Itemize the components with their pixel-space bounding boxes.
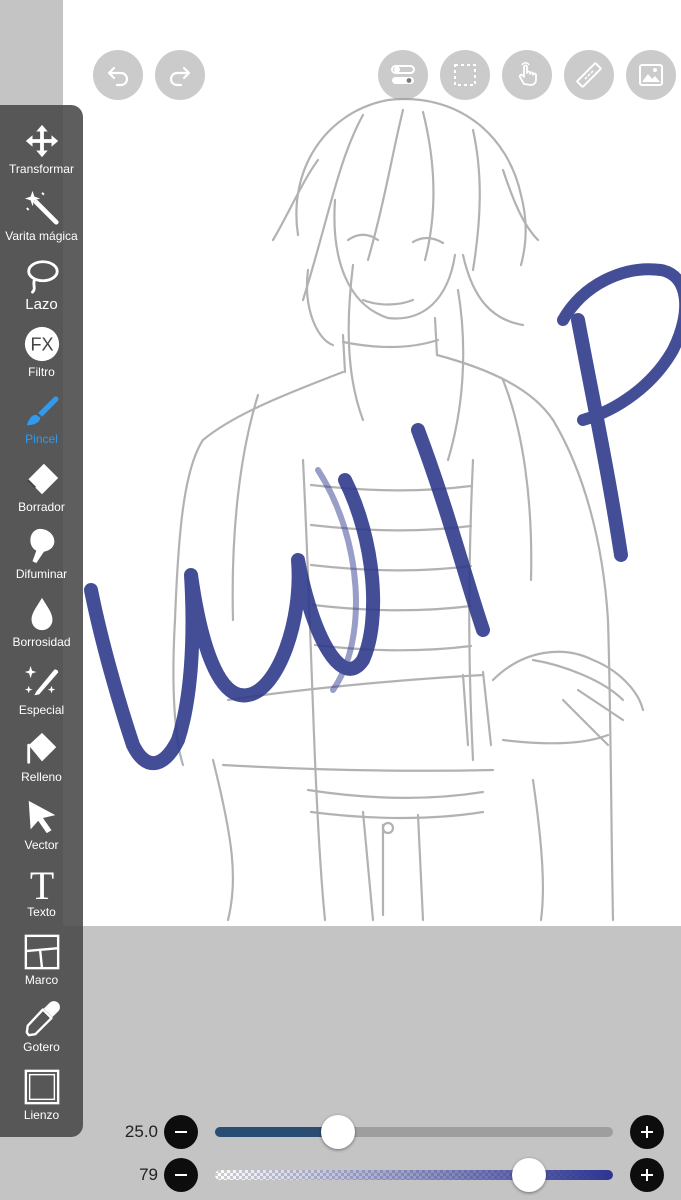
brush-size-knob[interactable] [321,1115,356,1149]
tool-palette: Transformar Varita mágica Lazo FX Filtro… [0,105,83,1137]
tool-fill[interactable]: Relleno [0,727,83,793]
opacity-value: 79 [139,1165,158,1184]
eraser-icon [26,463,58,495]
fx-icon: FX [24,326,59,362]
paint-bucket-icon [26,732,56,764]
tool-eraser[interactable]: Borrador [0,457,83,523]
tool-label: Difuminar [15,567,68,581]
touch-gesture-button[interactable] [502,50,552,100]
toggle-panel-button[interactable] [378,50,428,100]
opacity-increase-button[interactable] [630,1158,664,1192]
tool-label: Filtro [28,365,55,379]
ruler-pencil-icon [576,62,602,88]
tool-label: Texto [27,905,56,919]
tool-label: Especial [18,703,65,717]
tool-filter[interactable]: FX Filtro [0,322,83,388]
tool-canvas[interactable]: Lienzo [0,1065,83,1131]
magic-wand-icon [24,190,59,225]
selection-button[interactable] [440,50,490,100]
brush-size-increase-button[interactable] [630,1115,664,1149]
tool-smudge[interactable]: Difuminar [0,524,83,590]
redo-arrow-icon [169,66,191,87]
hand-touch-icon [518,62,537,86]
brush-size-fill [215,1127,339,1137]
svg-text:T: T [29,865,53,903]
tool-label: Marco [24,973,59,987]
tool-special[interactable]: Especial [0,660,83,726]
text-t-icon: T [29,865,53,903]
dashed-selection-icon [454,64,476,86]
opacity-knob[interactable] [512,1158,547,1192]
tool-label: Borrosidad [12,635,71,649]
tool-label: Transformar [9,162,74,176]
move-arrows-icon [25,124,58,158]
tool-blur[interactable]: Borrosidad [0,592,83,658]
canvas-square-icon [24,1069,59,1105]
minus-icon [175,1131,187,1133]
lasso-icon [26,260,59,294]
undo-button[interactable] [93,50,143,100]
tool-label: Borrador [18,500,65,514]
ruler-button[interactable] [564,50,614,100]
droplet-icon [31,597,52,631]
svg-text:FX: FX [30,335,53,355]
pointer-arrow-icon [28,800,55,834]
undo-arrow-icon [107,66,129,87]
tool-brush[interactable]: Pincel [0,389,83,455]
tool-text[interactable]: T Texto [0,862,83,928]
image-gallery-icon [639,64,663,86]
tool-label: Pincel [25,432,58,446]
eyedropper-icon [25,1001,60,1037]
toggle-switches-icon [391,65,415,84]
opacity-gradient [215,1170,613,1180]
redo-button[interactable] [155,50,205,100]
tool-label: Lazo [25,296,58,313]
frame-panels-icon [24,934,59,970]
sparkle-pen-icon [24,665,58,696]
tool-label: Relleno [21,770,62,784]
plus-icon [641,1126,653,1138]
brush-size-value: 25.0 [124,1122,158,1141]
opacity-slider[interactable] [215,1170,613,1180]
opacity-decrease-button[interactable] [164,1158,198,1192]
minus-icon [175,1174,187,1176]
tool-magic-wand[interactable]: Varita mágica [0,186,83,252]
tool-label: Lienzo [23,1108,60,1122]
tool-label: Gotero [23,1040,60,1054]
drawing-canvas[interactable] [63,0,681,926]
brush-size-slider[interactable] [215,1127,613,1137]
tool-label: Vector [24,838,59,852]
brush-icon [26,396,58,426]
layers-gallery-button[interactable] [626,50,676,100]
tool-vector[interactable]: Vector [0,795,83,861]
tool-lasso[interactable]: Lazo [0,254,83,320]
plus-icon [641,1169,653,1181]
tool-label: Varita mágica [5,229,78,243]
smudge-finger-icon [29,528,54,564]
tool-frame[interactable]: Marco [0,930,83,996]
sketch-artwork [84,97,681,922]
tool-transform[interactable]: Transformar [0,119,83,185]
brush-size-decrease-button[interactable] [164,1115,198,1149]
tool-eyedropper[interactable]: Gotero [0,997,83,1063]
